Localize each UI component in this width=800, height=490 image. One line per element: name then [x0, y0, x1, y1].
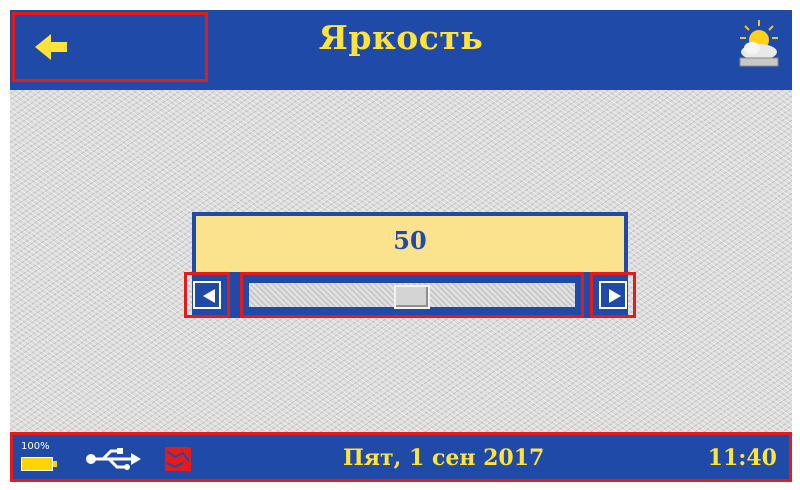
decrease-button[interactable] [184, 272, 230, 318]
battery-indicator: 100% [21, 441, 61, 477]
battery-percent: 100% [21, 441, 50, 452]
brightness-value: 50 [393, 226, 427, 255]
battery-tip [53, 461, 57, 467]
slider-row [184, 272, 636, 318]
usb-icon [86, 448, 141, 470]
value-display: 50 [192, 212, 628, 272]
header-bar: Яркость [10, 10, 792, 90]
content-area: 50 [10, 90, 792, 432]
increase-button[interactable] [590, 272, 636, 318]
sun-cloud-icon[interactable] [736, 18, 782, 70]
app-window: Яркость 50 100% Пят, 1 сен 2017 11:40 [10, 10, 792, 482]
battery-icon [21, 457, 53, 471]
page-title: Яркость [318, 18, 484, 57]
brightness-slider[interactable] [240, 272, 584, 318]
chevron-left-icon [203, 289, 215, 303]
increase-button-face [599, 281, 627, 309]
status-bar: 100% Пят, 1 сен 2017 11:40 [10, 432, 792, 482]
slider-thumb[interactable] [394, 285, 430, 309]
chevron-right-icon [609, 289, 621, 303]
time-label: 11:40 [707, 445, 777, 471]
decrease-button-face [193, 281, 221, 309]
date-label: Пят, 1 сен 2017 [343, 445, 545, 471]
brightness-control: 50 [184, 212, 636, 332]
slider-track [247, 281, 577, 309]
flag-icon [165, 447, 191, 471]
